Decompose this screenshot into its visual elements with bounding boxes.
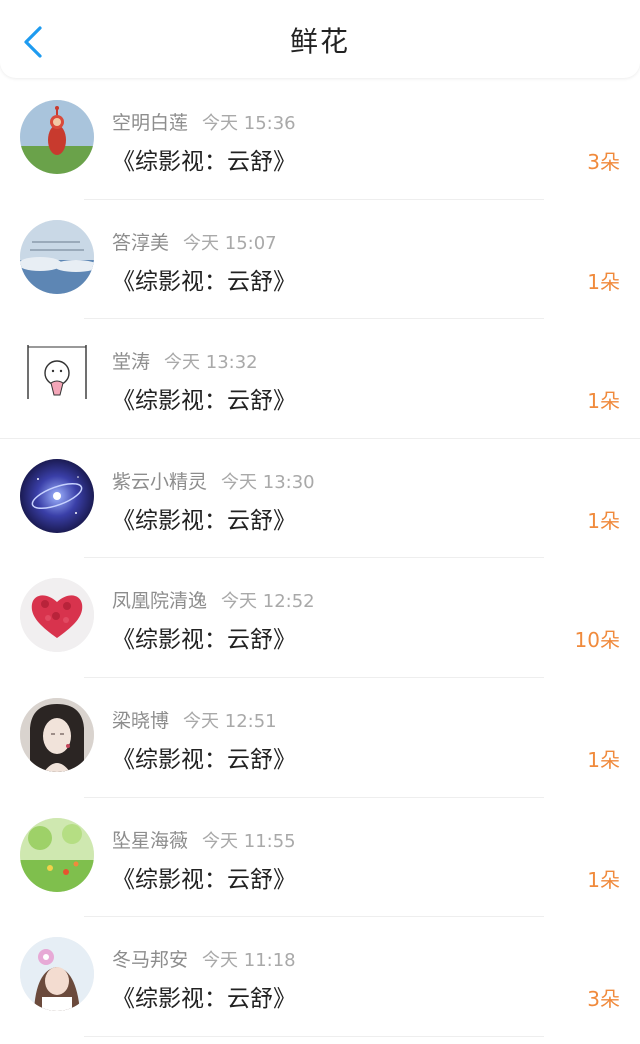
book-title: 《综影视：云舒》 bbox=[112, 746, 296, 773]
sender-name: 凤凰院清逸 今天 12:52 bbox=[112, 590, 315, 613]
sender-name: 空明白莲 今天 15:36 bbox=[112, 112, 296, 134]
sender-name: 冬马邦安 今天 11:18 bbox=[112, 949, 296, 972]
list-item[interactable]: 答淳美 今天 15:07 《综影视：云舒》 1朵 bbox=[0, 200, 640, 320]
book-title: 《综影视：云舒》 bbox=[112, 627, 296, 654]
green-garden-avatar-image bbox=[20, 817, 94, 892]
sender-name: 堂涛 今天 13:32 bbox=[112, 351, 258, 374]
girl-with-flower-avatar-image bbox=[20, 937, 94, 1012]
list-item[interactable]: 紫云小精灵 今天 13:30 《综影视：云舒》 1朵 bbox=[0, 439, 640, 559]
flower-count: 1朵 bbox=[587, 508, 620, 533]
flower-count: 1朵 bbox=[587, 747, 620, 772]
avatar bbox=[20, 697, 94, 772]
avatar bbox=[20, 339, 94, 414]
avatar bbox=[20, 937, 94, 1012]
flower-count: 10朵 bbox=[574, 628, 620, 653]
timestamp: 今天 12:51 bbox=[183, 710, 277, 732]
list-item[interactable]: 凤凰院清逸 今天 12:52 《综影视：云舒》 10朵 bbox=[0, 558, 640, 678]
timestamp: 今天 11:18 bbox=[202, 950, 296, 972]
illustrated-girl-avatar-image bbox=[20, 697, 94, 772]
timestamp: 今天 13:30 bbox=[221, 471, 315, 493]
timestamp: 今天 13:32 bbox=[164, 352, 258, 374]
avatar bbox=[20, 219, 94, 294]
teletubby-avatar-image bbox=[20, 100, 94, 174]
sender-name: 紫云小精灵 今天 13:30 bbox=[112, 470, 315, 493]
flower-count: 1朵 bbox=[587, 867, 620, 892]
flower-count: 3朵 bbox=[587, 150, 620, 174]
timestamp: 今天 12:52 bbox=[221, 591, 315, 613]
list-item[interactable]: 空明白莲 今天 15:36 《综影视：云舒》 3朵 bbox=[0, 80, 640, 200]
timestamp: 今天 15:07 bbox=[183, 232, 277, 254]
list-item[interactable]: 堂涛 今天 13:32 《综影视：云舒》 1朵 bbox=[0, 319, 640, 439]
flower-count: 1朵 bbox=[587, 389, 620, 414]
cloud-sea-avatar-image bbox=[20, 219, 94, 294]
avatar bbox=[20, 817, 94, 892]
book-title: 《综影视：云舒》 bbox=[112, 507, 296, 534]
book-title: 《综影视：云舒》 bbox=[112, 866, 296, 893]
list-item[interactable]: 冬马邦安 今天 11:18 《综影视：云舒》 3朵 bbox=[0, 917, 640, 1037]
top-bar: 鲜花 bbox=[0, 0, 640, 78]
book-title: 《综影视：云舒》 bbox=[112, 268, 296, 295]
sender-name: 坠星海薇 今天 11:55 bbox=[112, 829, 296, 852]
rose-heart-avatar-image bbox=[20, 578, 94, 653]
page-title: 鲜花 bbox=[289, 25, 350, 58]
flower-count: 1朵 bbox=[587, 269, 620, 294]
book-title: 《综影视：云舒》 bbox=[112, 388, 296, 415]
book-title: 《综影视：云舒》 bbox=[112, 986, 296, 1013]
flower-list: 空明白莲 今天 15:36 《综影视：云舒》 3朵 答淳美 今天 15:07 《综影… bbox=[0, 80, 640, 1037]
sketch-figure-avatar-image bbox=[20, 339, 94, 414]
list-item[interactable]: 坠星海薇 今天 11:55 《综影视：云舒》 1朵 bbox=[0, 798, 640, 918]
sender-name: 答淳美 今天 15:07 bbox=[112, 231, 277, 254]
list-item[interactable]: 梁晓博 今天 12:51 《综影视：云舒》 1朵 bbox=[0, 678, 640, 798]
divider bbox=[84, 1035, 544, 1037]
flower-count: 3朵 bbox=[587, 987, 620, 1012]
sender-name: 梁晓博 今天 12:51 bbox=[112, 709, 277, 732]
book-title: 《综影视：云舒》 bbox=[112, 149, 296, 175]
avatar bbox=[20, 578, 94, 653]
timestamp: 今天 15:36 bbox=[202, 113, 296, 134]
avatar bbox=[20, 458, 94, 533]
galaxy-avatar-image bbox=[20, 458, 94, 533]
avatar bbox=[20, 100, 94, 174]
timestamp: 今天 11:55 bbox=[202, 830, 296, 852]
